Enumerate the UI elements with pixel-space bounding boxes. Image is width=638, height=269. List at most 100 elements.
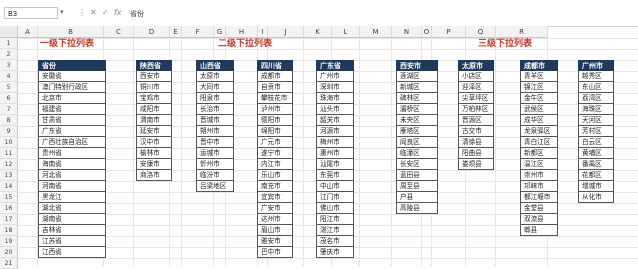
table-cell[interactable]: 珠海市	[316, 93, 354, 104]
table-cell[interactable]: 南充市	[257, 181, 293, 192]
column-header[interactable]: F	[182, 26, 214, 38]
table-cell[interactable]: 青羊区	[520, 71, 558, 82]
table-cell[interactable]: 汉中市	[136, 137, 172, 148]
row-header[interactable]: 15	[0, 192, 18, 203]
table-cell[interactable]: 深圳市	[316, 82, 354, 93]
column-header[interactable]: H	[226, 26, 258, 38]
table-cell[interactable]: 运城市	[196, 148, 234, 159]
table-cell[interactable]: 新城区	[396, 82, 438, 93]
column-header[interactable]: C	[104, 26, 134, 38]
table-cell[interactable]: 龙泉驿区	[520, 126, 558, 137]
row-header[interactable]: 9	[0, 126, 18, 137]
table-cell[interactable]: 巴中市	[257, 247, 293, 258]
table-cell[interactable]: 延安市	[136, 126, 172, 137]
table-cell[interactable]: 古交市	[458, 126, 494, 137]
cancel-icon[interactable]: ✕	[90, 8, 97, 18]
table-cell[interactable]: 韶关市	[316, 115, 354, 126]
table-cell[interactable]: 江西省	[38, 247, 106, 258]
table-cell[interactable]: 汕头市	[316, 104, 354, 115]
table-cell[interactable]: 广州市	[316, 71, 354, 82]
table-cell[interactable]: 榆林市	[136, 148, 172, 159]
select-all-corner[interactable]	[0, 26, 18, 38]
row-header[interactable]: 1	[0, 38, 18, 49]
table-cell[interactable]: 广安市	[257, 203, 293, 214]
table-cell[interactable]: 河南省	[38, 181, 106, 192]
table-cell[interactable]: 攀枝花市	[257, 93, 293, 104]
column-header[interactable]: E	[170, 26, 182, 38]
table-cell[interactable]: 锦江区	[520, 82, 558, 93]
row-header[interactable]: 19	[0, 236, 18, 247]
table-header[interactable]: 西安市	[396, 60, 438, 71]
table-cell[interactable]: 吕梁地区	[196, 181, 234, 192]
table-cell[interactable]: 莲湖区	[396, 71, 438, 82]
table-cell[interactable]: 长安区	[396, 159, 438, 170]
table-cell[interactable]: 安徽省	[38, 71, 106, 82]
row-header[interactable]: 6	[0, 93, 18, 104]
table-cell[interactable]: 甘肃省	[38, 115, 106, 126]
table-cell[interactable]: 梅州市	[316, 137, 354, 148]
table-cell[interactable]: 广东省	[38, 126, 106, 137]
table-cell[interactable]: 达州市	[257, 214, 293, 225]
table-cell[interactable]: 郫县	[520, 225, 558, 236]
table-cell[interactable]: 茂名市	[316, 236, 354, 247]
table-header[interactable]: 广东省	[316, 60, 354, 71]
table-cell[interactable]: 渭南市	[136, 115, 172, 126]
column-header[interactable]: B	[38, 26, 104, 38]
table-cell[interactable]: 肇庆市	[316, 247, 354, 258]
column-header[interactable]: L	[332, 26, 360, 38]
table-cell[interactable]: 临潼区	[396, 148, 438, 159]
formula-input[interactable]: 省份	[130, 9, 144, 19]
row-header[interactable]: 11	[0, 148, 18, 159]
row-header[interactable]: 12	[0, 159, 18, 170]
table-cell[interactable]: 清徐县	[458, 137, 494, 148]
table-cell[interactable]: 湛江市	[316, 225, 354, 236]
table-cell[interactable]: 青白江区	[520, 137, 558, 148]
table-cell[interactable]: 武侯区	[520, 104, 558, 115]
column-header[interactable]: O	[422, 26, 432, 38]
table-cell[interactable]: 河源市	[316, 126, 354, 137]
row-header[interactable]: 18	[0, 225, 18, 236]
row-header[interactable]: 4	[0, 71, 18, 82]
row-header[interactable]: 3	[0, 60, 18, 71]
table-cell[interactable]: 雅安市	[257, 236, 293, 247]
table-cell[interactable]: 小店区	[458, 71, 494, 82]
table-cell[interactable]: 从化市	[578, 192, 614, 203]
row-header[interactable]: 13	[0, 170, 18, 181]
table-cell[interactable]: 安康市	[136, 159, 172, 170]
row-header[interactable]: 5	[0, 82, 18, 93]
table-cell[interactable]: 宝鸡市	[136, 93, 172, 104]
table-cell[interactable]: 万柏林区	[458, 104, 494, 115]
table-header[interactable]: 省份	[38, 60, 106, 71]
table-cell[interactable]: 邛崃市	[520, 181, 558, 192]
table-cell[interactable]: 东莞市	[316, 170, 354, 181]
table-cell[interactable]: 长治市	[196, 104, 234, 115]
column-header[interactable]: N	[392, 26, 422, 38]
table-cell[interactable]: 自贡市	[257, 82, 293, 93]
table-cell[interactable]: 咸阳市	[136, 104, 172, 115]
table-cell[interactable]: 天河区	[578, 115, 614, 126]
table-cell[interactable]: 东山区	[578, 82, 614, 93]
table-cell[interactable]: 眉山市	[257, 225, 293, 236]
table-cell[interactable]: 太原市	[196, 71, 234, 82]
table-cell[interactable]: 户县	[396, 192, 438, 203]
row-header[interactable]: 2	[0, 49, 18, 60]
table-cell[interactable]: 海珠区	[578, 104, 614, 115]
enter-icon[interactable]: ✓	[102, 8, 109, 18]
table-cell[interactable]: 河北省	[38, 170, 106, 181]
table-header[interactable]: 成都市	[520, 60, 558, 71]
table-header[interactable]: 山西省	[196, 60, 234, 71]
table-cell[interactable]: 碑林区	[396, 93, 438, 104]
row-header[interactable]: 14	[0, 181, 18, 192]
table-header[interactable]: 广州市	[578, 60, 614, 71]
table-cell[interactable]: 乐山市	[257, 170, 293, 181]
column-header[interactable]: M	[360, 26, 392, 38]
table-cell[interactable]: 遂宁市	[257, 148, 293, 159]
table-cell[interactable]: 佛山市	[316, 203, 354, 214]
table-cell[interactable]: 贵州省	[38, 148, 106, 159]
row-header[interactable]: 20	[0, 247, 18, 258]
table-cell[interactable]: 广西壮族自治区	[38, 137, 106, 148]
table-cell[interactable]: 黄埔区	[578, 148, 614, 159]
table-cell[interactable]: 芳村区	[578, 126, 614, 137]
table-cell[interactable]: 江苏省	[38, 236, 106, 247]
table-cell[interactable]: 商洛市	[136, 170, 172, 181]
